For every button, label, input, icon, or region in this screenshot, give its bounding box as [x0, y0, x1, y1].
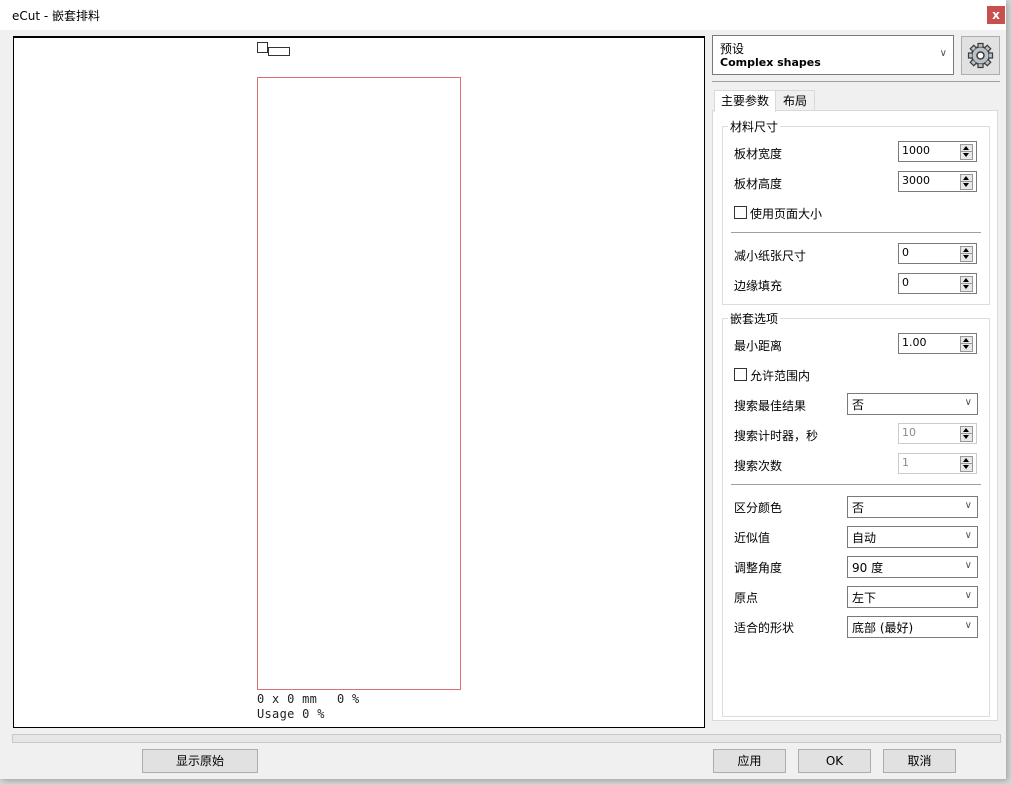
material-sheet-outline	[257, 77, 461, 690]
preset-dropdown[interactable]: 预设 Complex shapes ∨	[712, 35, 954, 75]
chevron-down-icon: ∨	[964, 560, 972, 571]
window-title: eCut - 嵌套排料	[12, 9, 101, 23]
apply-button[interactable]: 应用	[713, 749, 786, 773]
reduce-paper-spinbox[interactable]: 0	[898, 243, 977, 264]
reduce-paper-label: 减小纸张尺寸	[734, 249, 807, 263]
min-distance-spinbox[interactable]: 1.00	[898, 333, 977, 354]
spin-arrows-icon[interactable]	[960, 336, 973, 352]
close-icon: x	[992, 8, 1000, 22]
allow-inside-checkbox[interactable]	[734, 368, 747, 381]
search-count-label: 搜索次数	[734, 459, 783, 473]
preset-label: 预设	[720, 42, 745, 56]
distinguish-color-label: 区分颜色	[734, 501, 783, 515]
min-distance-value: 1.00	[902, 336, 927, 349]
cancel-button[interactable]: 取消	[883, 749, 956, 773]
use-page-size-label: 使用页面大小	[750, 207, 823, 221]
cancel-label: 取消	[907, 754, 932, 768]
chevron-down-icon: ∨	[964, 590, 972, 601]
tab-label: 主要参数	[720, 94, 769, 108]
fit-shape-dropdown[interactable]: 底部 (最好) ∨	[847, 616, 978, 638]
search-timer-spinbox[interactable]: 10	[898, 423, 977, 444]
tab-label: 布局	[782, 94, 807, 108]
search-best-value: 否	[852, 398, 865, 412]
ok-label: OK	[825, 754, 844, 768]
spin-arrows-icon[interactable]	[960, 174, 973, 190]
approximation-label: 近似值	[734, 531, 771, 545]
sheet-height-spinbox[interactable]: 3000	[898, 171, 977, 192]
distinguish-color-value: 否	[852, 501, 865, 515]
nesting-preview-canvas[interactable]: 0 x 0 mm 0 % Usage 0 %	[13, 36, 705, 728]
chevron-down-icon: ∨	[939, 48, 947, 59]
fit-shape-label: 适合的形状	[734, 621, 795, 635]
origin-dropdown[interactable]: 左下 ∨	[847, 586, 978, 608]
search-best-dropdown[interactable]: 否 ∨	[847, 393, 978, 415]
group-divider	[731, 484, 981, 485]
nested-shape-rect	[268, 47, 290, 56]
show-original-button[interactable]: 显示原始	[142, 749, 258, 773]
apply-label: 应用	[737, 754, 762, 768]
min-distance-label: 最小距离	[734, 339, 783, 353]
tab-layout[interactable]: 布局	[775, 90, 815, 111]
rotation-value: 90 度	[852, 561, 884, 575]
sheet-height-value: 3000	[902, 174, 930, 187]
preset-value: Complex shapes	[720, 56, 821, 69]
nested-shape-small	[257, 42, 268, 53]
search-timer-value: 10	[902, 426, 916, 439]
nesting-progress-bar	[12, 734, 1001, 743]
percent-readout: 0 %	[337, 692, 360, 706]
gear-icon	[967, 42, 994, 69]
origin-value: 左下	[852, 591, 877, 605]
reduce-paper-value: 0	[902, 246, 909, 259]
chevron-down-icon: ∨	[964, 530, 972, 541]
edge-padding-label: 边缘填充	[734, 279, 783, 293]
sheet-width-label: 板材宽度	[734, 147, 783, 161]
show-original-label: 显示原始	[175, 754, 224, 768]
search-timer-label: 搜索计时器，秒	[734, 429, 819, 443]
sheet-width-spinbox[interactable]: 1000	[898, 141, 977, 162]
separator	[712, 81, 1000, 82]
chevron-down-icon: ∨	[964, 620, 972, 631]
spin-arrows-icon[interactable]	[960, 276, 973, 292]
spin-arrows-icon[interactable]	[960, 456, 973, 472]
edge-padding-value: 0	[902, 276, 909, 289]
title-bar: eCut - 嵌套排料 x	[0, 0, 1006, 30]
distinguish-color-dropdown[interactable]: 否 ∨	[847, 496, 978, 518]
approximation-value: 自动	[852, 531, 877, 545]
fit-shape-value: 底部 (最好)	[852, 621, 914, 635]
group-divider	[731, 232, 981, 233]
sheet-height-label: 板材高度	[734, 177, 783, 191]
spin-arrows-icon[interactable]	[960, 426, 973, 442]
ok-button[interactable]: OK	[798, 749, 871, 773]
origin-label: 原点	[734, 591, 759, 605]
chevron-down-icon: ∨	[964, 397, 972, 408]
use-page-size-checkbox[interactable]	[734, 206, 747, 219]
nesting-options-title: 嵌套选项	[728, 310, 781, 327]
close-button[interactable]: x	[987, 6, 1005, 24]
rotation-dropdown[interactable]: 90 度 ∨	[847, 556, 978, 578]
nesting-dialog: eCut - 嵌套排料 x 0 x 0 mm 0 % Usage 0 % 预设 …	[0, 0, 1006, 779]
search-count-spinbox[interactable]: 1	[898, 453, 977, 474]
usage-readout: Usage 0 %	[257, 707, 325, 721]
search-best-label: 搜索最佳结果	[734, 399, 807, 413]
material-size-title: 材料尺寸	[728, 118, 781, 135]
settings-button[interactable]	[961, 36, 1000, 75]
dimensions-readout: 0 x 0 mm	[257, 692, 318, 706]
approximation-dropdown[interactable]: 自动 ∨	[847, 526, 978, 548]
search-count-value: 1	[902, 456, 909, 469]
spin-arrows-icon[interactable]	[960, 246, 973, 262]
tab-main-params[interactable]: 主要参数	[714, 90, 776, 112]
allow-inside-label: 允许范围内	[750, 369, 811, 383]
rotation-label: 调整角度	[734, 561, 783, 575]
chevron-down-icon: ∨	[964, 500, 972, 511]
edge-padding-spinbox[interactable]: 0	[898, 273, 977, 294]
sheet-width-value: 1000	[902, 144, 930, 157]
spin-arrows-icon[interactable]	[960, 144, 973, 160]
